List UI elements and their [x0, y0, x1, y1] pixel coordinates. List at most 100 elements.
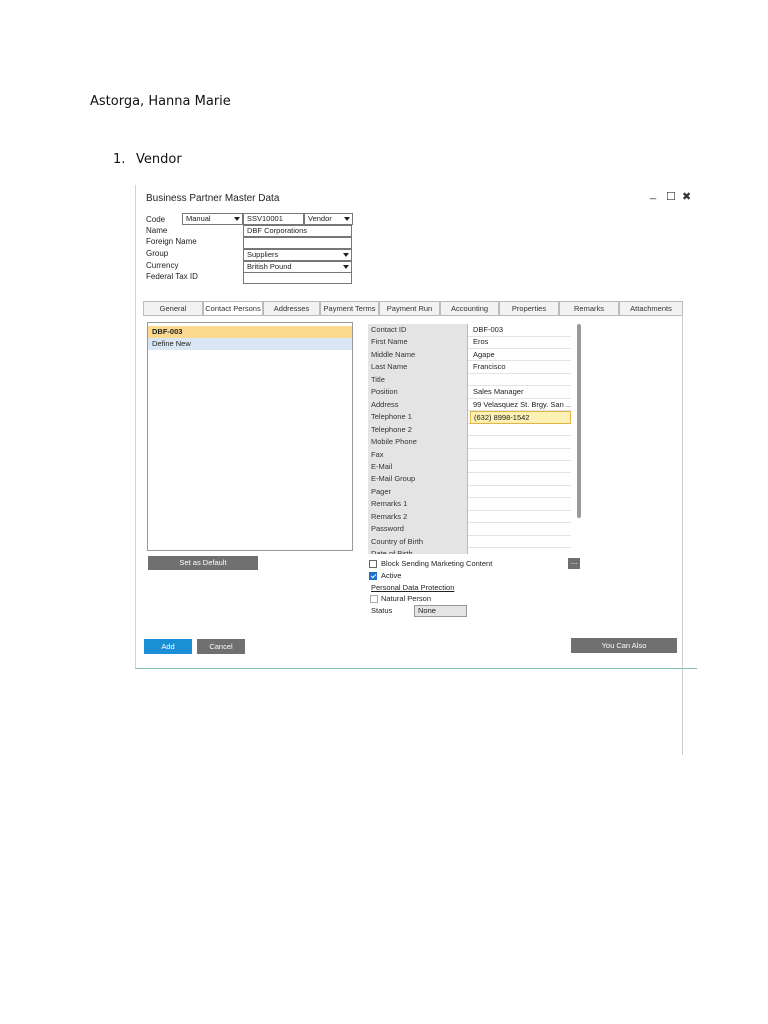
detail-value-field[interactable]	[470, 486, 571, 499]
detail-label: Title	[368, 373, 468, 387]
detail-value-field[interactable]	[470, 424, 571, 437]
detail-label: Telephone 1	[368, 411, 468, 424]
tab-properties[interactable]: Properties	[499, 301, 559, 315]
tab-divider	[143, 315, 683, 316]
chevron-down-icon	[343, 253, 349, 257]
detail-label: Pager	[368, 485, 468, 499]
detail-label: Country of Birth	[368, 535, 468, 549]
detail-label: First Name	[368, 336, 468, 349]
detail-label: Date of Birth	[368, 548, 468, 554]
status-field[interactable]: None	[414, 605, 467, 617]
code-mode-select[interactable]: Manual	[182, 213, 243, 225]
bp-type-value: Vendor	[308, 214, 332, 223]
detail-row: Remarks 1	[368, 498, 571, 511]
tab-addresses[interactable]: Addresses	[263, 301, 320, 315]
status-label: Status	[371, 606, 393, 615]
detail-value-field[interactable]	[470, 449, 571, 462]
detail-value-field[interactable]	[470, 436, 571, 449]
detail-label: Password	[368, 523, 468, 536]
list-item[interactable]: DBF-003	[148, 326, 352, 338]
cancel-button[interactable]: Cancel	[197, 639, 245, 654]
tab-remarks[interactable]: Remarks	[559, 301, 619, 315]
chevron-down-icon	[234, 217, 240, 221]
list-number: 1.	[113, 152, 126, 167]
group-select[interactable]: Suppliers	[243, 249, 352, 261]
detail-value-field[interactable]	[470, 548, 571, 554]
detail-value-field[interactable]: 99 Velasquez St. Brgy. San ...	[470, 399, 571, 412]
detail-row: Address 99 Velasquez St. Brgy. San ...	[368, 398, 571, 412]
code-mode-value: Manual	[186, 214, 211, 223]
author-name: Astorga, Hanna Marie	[90, 94, 231, 109]
federal-tax-input[interactable]	[243, 272, 352, 284]
detail-value-field[interactable]	[470, 374, 571, 387]
details-scrollbar[interactable]	[577, 324, 581, 518]
detail-value-field[interactable]	[470, 461, 571, 474]
list-item[interactable]: Define New	[148, 338, 352, 350]
detail-row: Telephone 2	[368, 423, 571, 437]
detail-row: Country of Birth	[368, 535, 571, 549]
contact-persons-list: DBF-003 Define New	[147, 322, 353, 551]
you-can-also-button[interactable]: You Can Also	[571, 638, 677, 653]
tab-contact-persons[interactable]: Contact Persons	[203, 301, 263, 316]
detail-value-field[interactable]: Eros	[470, 336, 571, 349]
detail-value-field[interactable]: (632) 8998-1542	[470, 411, 571, 424]
detail-value-field[interactable]: Agape	[470, 349, 571, 362]
detail-row: Date of Birth	[368, 548, 571, 554]
close-icon[interactable]: ✖	[682, 190, 691, 203]
detail-row: First Name Eros	[368, 336, 571, 349]
bp-type-select[interactable]: Vendor	[304, 213, 353, 225]
code-input[interactable]: SSV10001	[243, 213, 304, 225]
detail-label: Remarks 1	[368, 498, 468, 511]
block-marketing-label: Block Sending Marketing Content	[381, 559, 493, 568]
more-button[interactable]: ...	[568, 558, 580, 569]
detail-value-field[interactable]	[470, 473, 571, 486]
active-checkbox[interactable]	[369, 572, 377, 580]
active-label: Active	[381, 571, 402, 580]
detail-value-field[interactable]	[470, 536, 571, 549]
chevron-down-icon	[344, 217, 350, 221]
detail-value-field[interactable]: DBF-003	[470, 324, 571, 337]
detail-row: Fax	[368, 448, 571, 462]
name-input[interactable]: DBF Corporations	[243, 225, 352, 237]
tab-general[interactable]: General	[143, 301, 203, 315]
detail-label: Contact ID	[368, 324, 468, 337]
detail-label: E-Mail Group	[368, 473, 468, 486]
detail-label: E-Mail	[368, 460, 468, 474]
detail-row: Last Name Francisco	[368, 361, 571, 374]
detail-row: E-Mail	[368, 460, 571, 474]
detail-label: Telephone 2	[368, 423, 468, 437]
personal-data-protection-link[interactable]: Personal Data Protection	[371, 583, 454, 592]
currency-value: British Pound	[247, 262, 292, 271]
maximize-icon[interactable]: ☐	[666, 190, 676, 203]
detail-row: Mobile Phone	[368, 436, 571, 449]
minimize-icon[interactable]: _	[650, 188, 656, 200]
block-marketing-checkbox[interactable]	[369, 560, 377, 568]
detail-row: E-Mail Group	[368, 473, 571, 486]
foreign-name-input[interactable]	[243, 237, 352, 249]
bp-master-data-window: Business Partner Master Data _ ☐ ✖ Code …	[135, 185, 697, 755]
code-label: Code	[146, 215, 166, 224]
detail-value-field[interactable]	[470, 523, 571, 536]
detail-value-field[interactable]: Sales Manager	[470, 386, 571, 399]
detail-label: Fax	[368, 448, 468, 461]
natural-person-checkbox[interactable]	[370, 595, 378, 603]
foreign-name-label: Foreign Name	[146, 237, 197, 246]
detail-label: Mobile Phone	[368, 436, 468, 449]
tab-panel-border	[682, 315, 683, 755]
tab-attachments[interactable]: Attachments	[619, 301, 683, 315]
tab-payment-run[interactable]: Payment Run	[379, 301, 440, 315]
set-as-default-button[interactable]: Set as Default	[148, 556, 258, 570]
tab-payment-terms[interactable]: Payment Terms	[320, 301, 379, 315]
list-item-label: Vendor	[136, 152, 182, 167]
detail-value-field[interactable]: Francisco	[470, 361, 571, 374]
detail-value-field[interactable]	[470, 498, 571, 511]
detail-label: Last Name	[368, 361, 468, 374]
tab-accounting[interactable]: Accounting	[440, 301, 499, 315]
window-title: Business Partner Master Data	[146, 193, 280, 204]
detail-value-field[interactable]	[470, 511, 571, 524]
group-label: Group	[146, 249, 169, 258]
add-button[interactable]: Add	[144, 639, 192, 654]
detail-label: Position	[368, 386, 468, 399]
detail-label: Middle Name	[368, 348, 468, 362]
detail-row: Title	[368, 373, 571, 387]
